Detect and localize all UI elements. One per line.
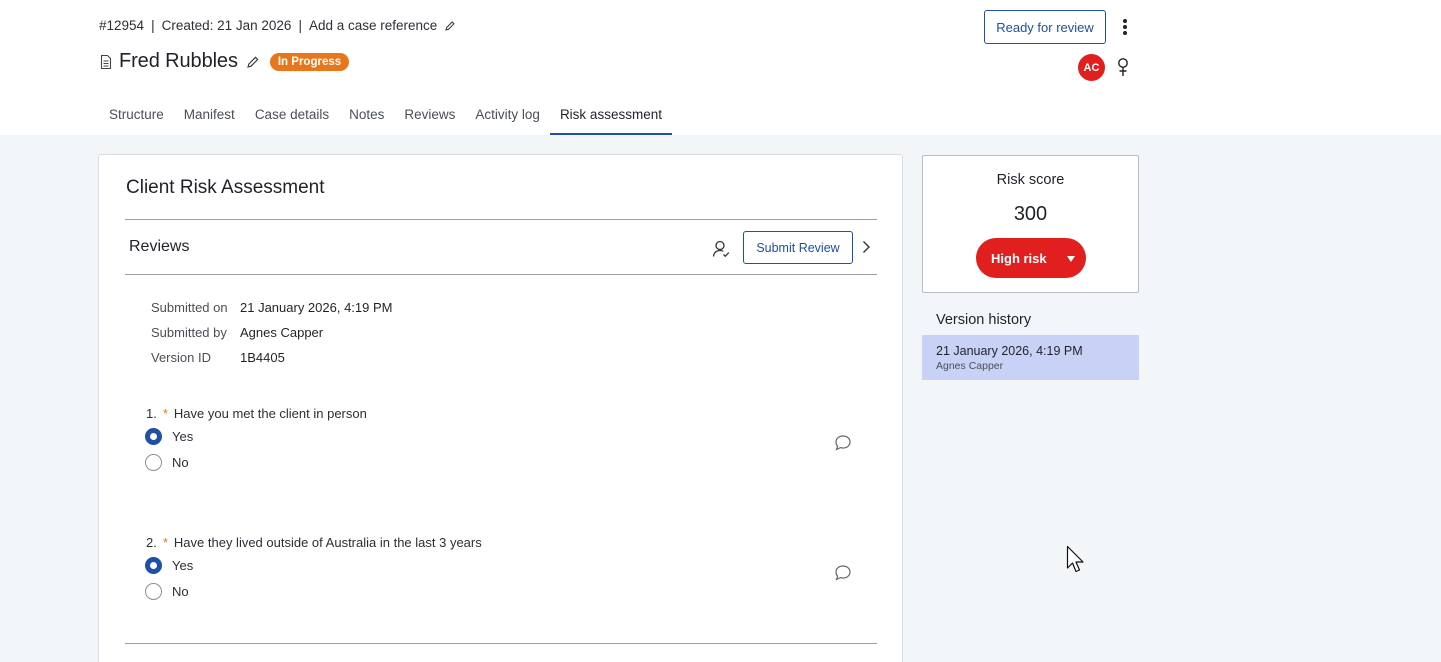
meta-separator: |: [298, 18, 302, 33]
submission-info: Submitted on 21 January 2026, 4:19 PM Su…: [151, 295, 393, 370]
divider: [125, 643, 877, 644]
submitted-by-label: Submitted by: [151, 325, 227, 340]
question-label: Have they lived outside of Australia in …: [173, 534, 482, 550]
question-label: Have you met the client in person: [173, 405, 367, 421]
add-case-reference-link[interactable]: Add a case reference: [309, 18, 437, 33]
required-marker: *: [162, 534, 168, 550]
tab-structure[interactable]: Structure: [99, 97, 174, 135]
risk-level-dropdown[interactable]: High risk: [976, 238, 1086, 278]
pencil-icon[interactable]: [444, 20, 456, 32]
case-title: Fred Rubbles: [119, 50, 238, 72]
more-options-icon[interactable]: [1118, 16, 1132, 38]
reviewer-icon[interactable]: [711, 239, 731, 259]
tab-reviews[interactable]: Reviews: [394, 97, 465, 135]
submitted-on-label: Submitted on: [151, 300, 228, 315]
status-badge: In Progress: [269, 52, 350, 71]
option-label: Yes: [172, 557, 194, 573]
risk-score-label: Risk score: [996, 172, 1065, 188]
version-id-row: Version ID 1B4405: [151, 345, 393, 370]
meta-separator: |: [151, 18, 155, 33]
submitted-on-value: 21 January 2026, 4:19 PM: [240, 300, 393, 315]
required-marker: *: [162, 405, 168, 421]
case-tabs: Structure Manifest Case details Notes Re…: [99, 97, 672, 135]
tab-case-details[interactable]: Case details: [245, 97, 339, 135]
version-user: Agnes Capper: [936, 360, 1004, 372]
case-meta-line: #12954 | Created: 21 Jan 2026 | Add a ca…: [99, 18, 456, 33]
assessment-title: Client Risk Assessment: [126, 177, 325, 198]
question-1: 1. * Have you met the client in person Y…: [145, 403, 367, 475]
tab-manifest[interactable]: Manifest: [174, 97, 245, 135]
divider: [125, 274, 877, 275]
chevron-right-icon[interactable]: [860, 239, 872, 255]
question-text: 1. * Have you met the client in person: [146, 403, 367, 423]
version-history-title: Version history: [936, 312, 1032, 328]
question-text: 2. * Have they lived outside of Australi…: [146, 532, 482, 552]
comment-icon[interactable]: [834, 564, 852, 582]
divider: [125, 219, 877, 220]
radio-no[interactable]: [145, 453, 162, 471]
version-id-value: 1B4405: [240, 350, 285, 365]
comment-icon[interactable]: [834, 434, 852, 452]
radio-yes[interactable]: [145, 427, 162, 445]
caret-down-icon: [1066, 256, 1075, 262]
ready-for-review-button[interactable]: Ready for review: [984, 10, 1106, 44]
submitted-on-row: Submitted on 21 January 2026, 4:19 PM: [151, 295, 393, 320]
question-number: 1.: [146, 405, 157, 421]
option-no[interactable]: No: [145, 449, 367, 475]
risk-assessment-card: Client Risk Assessment Reviews Submit Re…: [98, 154, 903, 662]
submitted-by-value: Agnes Capper: [240, 325, 324, 340]
radio-yes[interactable]: [145, 556, 162, 574]
option-label: No: [172, 454, 189, 470]
case-header: #12954 | Created: 21 Jan 2026 | Add a ca…: [0, 0, 1441, 135]
risk-score-card: Risk score 300 High risk: [922, 155, 1139, 293]
tab-risk-assessment[interactable]: Risk assessment: [549, 97, 672, 135]
option-yes[interactable]: Yes: [145, 552, 482, 578]
submitted-by-row: Submitted by Agnes Capper: [151, 320, 393, 345]
tab-activity-log[interactable]: Activity log: [465, 97, 550, 135]
edit-title-icon[interactable]: [246, 55, 260, 69]
option-yes[interactable]: Yes: [145, 423, 367, 449]
radio-no[interactable]: [145, 582, 162, 600]
reviews-heading: Reviews: [129, 238, 190, 255]
version-date: 21 January 2026, 4:19 PM: [936, 344, 1083, 358]
risk-score-value: 300: [1013, 203, 1048, 225]
risk-level-label: High risk: [991, 250, 1047, 266]
version-id-label: Version ID: [151, 350, 211, 365]
option-label: No: [172, 583, 189, 599]
option-no[interactable]: No: [145, 578, 482, 604]
document-icon: [100, 54, 112, 69]
tab-notes[interactable]: Notes: [339, 97, 394, 135]
assign-user-icon[interactable]: [1114, 56, 1132, 78]
case-title-row: Fred Rubbles In Progress: [99, 50, 350, 73]
question-2: 2. * Have they lived outside of Australi…: [145, 532, 482, 604]
version-history-item[interactable]: 21 January 2026, 4:19 PM Agnes Capper: [922, 335, 1139, 380]
option-label: Yes: [172, 428, 194, 444]
submit-review-button[interactable]: Submit Review: [743, 231, 853, 264]
case-number: #12954: [99, 18, 145, 33]
avatar[interactable]: AC: [1078, 54, 1105, 81]
mouse-cursor-icon: [1066, 545, 1084, 573]
created-date: Created: 21 Jan 2026: [161, 18, 292, 33]
question-number: 2.: [146, 534, 157, 550]
